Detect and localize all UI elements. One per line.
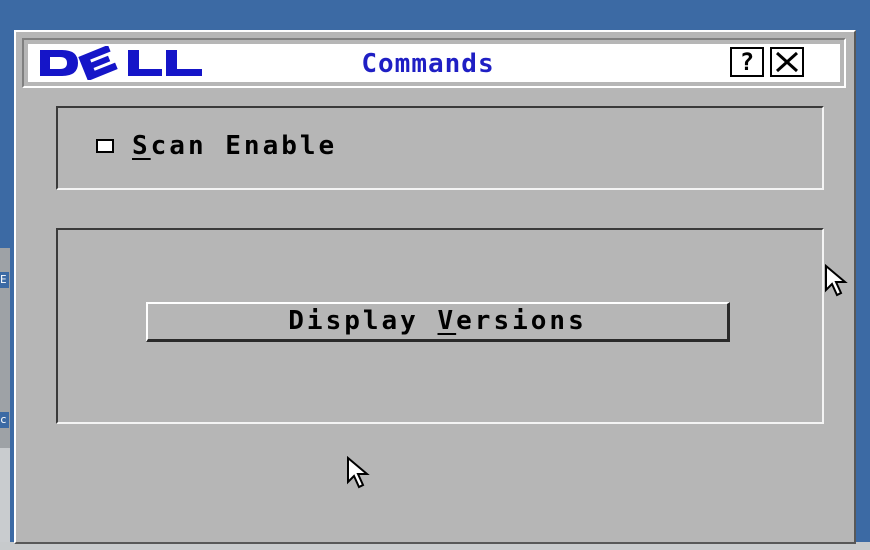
- scan-enable-checkbox[interactable]: [96, 139, 114, 153]
- close-icon: [772, 51, 802, 73]
- title-bar-inner: Commands ?: [28, 44, 840, 82]
- background-text-fragment: c: [0, 412, 9, 428]
- close-button[interactable]: [770, 47, 804, 77]
- scan-enable-label-rest: can Enable: [150, 131, 338, 161]
- mnemonic-underline: S: [132, 131, 151, 161]
- help-button[interactable]: ?: [730, 47, 764, 77]
- window-title: Commands: [361, 49, 495, 79]
- mouse-pointer-icon: [824, 264, 848, 298]
- mnemonic-underline: V: [437, 306, 457, 336]
- mouse-pointer-icon: [346, 456, 370, 490]
- display-versions-button[interactable]: Display Versions: [146, 302, 730, 342]
- scan-enable-option[interactable]: Scan Enable: [96, 130, 337, 162]
- dell-logo-icon: [36, 46, 208, 80]
- commands-dialog: Commands ? Scan Enable Display Versions: [14, 30, 856, 544]
- versions-panel: Display Versions: [56, 228, 824, 424]
- display-versions-label-rest: ersions: [456, 306, 587, 336]
- background-text-fragment: E: [0, 272, 9, 288]
- scan-panel: Scan Enable: [56, 106, 824, 190]
- title-bar: Commands ?: [22, 38, 846, 88]
- scan-enable-label[interactable]: Scan Enable: [132, 130, 337, 162]
- display-versions-label-prefix: Display: [288, 306, 438, 336]
- background-panel: [0, 448, 10, 550]
- background-window-edge: E c: [0, 248, 10, 550]
